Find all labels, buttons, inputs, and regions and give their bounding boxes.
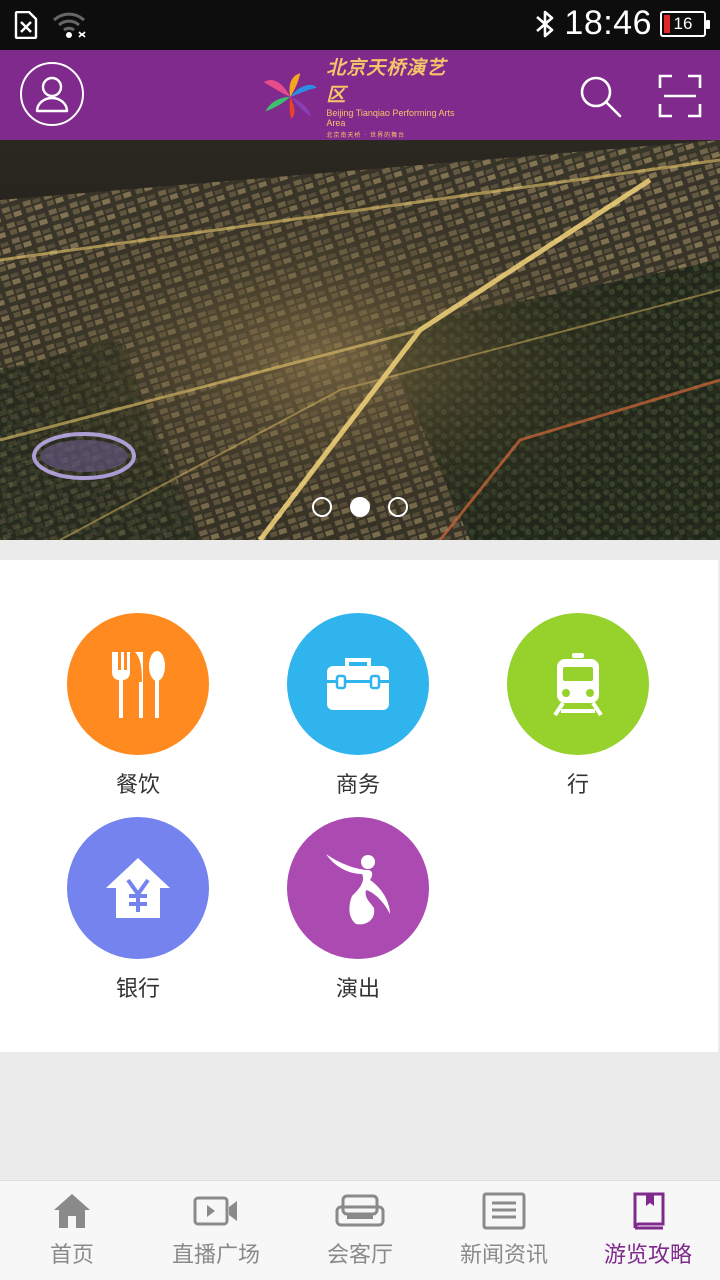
category-dining-circle: [67, 613, 209, 755]
tab-lounge[interactable]: 会客厅: [288, 1181, 432, 1280]
category-performance-circle: [287, 817, 429, 959]
carousel-dot[interactable]: [312, 497, 332, 517]
battery-icon: 16: [660, 10, 710, 37]
train-icon: [553, 653, 603, 717]
scan-icon: [658, 74, 702, 118]
profile-button[interactable]: [20, 62, 84, 126]
wifi-icon: [52, 12, 86, 38]
status-right-icons: 18:46 16: [534, 4, 710, 43]
category-transport-circle: [507, 613, 649, 755]
fork-knife-spoon-icon: [112, 651, 165, 718]
search-button[interactable]: [578, 74, 622, 118]
sim-icon: [14, 11, 38, 39]
bank-icon: [106, 858, 170, 918]
tab-live[interactable]: 直播广场: [144, 1181, 288, 1280]
app-header: 北京天桥演艺区 Beijing Tianqiao Performing Arts…: [0, 50, 720, 140]
tab-guide[interactable]: 游览攻略: [576, 1181, 720, 1280]
tab-home[interactable]: 首页: [0, 1181, 144, 1280]
banner-carousel[interactable]: [0, 140, 720, 540]
logo-text: 北京天桥演艺区 Beijing Tianqiao Performing Arts…: [326, 53, 462, 139]
category-bank-circle: [67, 817, 209, 959]
home-icon: [54, 1194, 90, 1228]
performer-icon: [326, 854, 390, 925]
category-label: 行: [566, 773, 589, 798]
status-bar: 18:46 16: [0, 0, 720, 50]
tab-label: 新闻资讯: [459, 1243, 548, 1268]
scan-button[interactable]: [658, 74, 702, 118]
carousel-dot-active[interactable]: [350, 497, 370, 517]
logo-subtitle: Beijing Tianqiao Performing Arts Area: [326, 108, 455, 128]
category-transport[interactable]: 行: [493, 613, 663, 799]
logo-title: 北京天桥演艺区: [326, 57, 447, 106]
category-business[interactable]: 商务: [273, 613, 443, 799]
tab-news[interactable]: 新闻资讯: [432, 1181, 576, 1280]
search-icon: [580, 76, 622, 118]
category-grid: 餐饮 商务 行 银行 演出: [0, 560, 718, 1052]
category-label: 商务: [335, 773, 380, 798]
category-bank[interactable]: 银行: [53, 817, 223, 1003]
app-logo: 北京天桥演艺区 Beijing Tianqiao Performing Arts…: [262, 57, 462, 139]
banner-image: [0, 140, 720, 540]
tab-label: 游览攻略: [603, 1243, 692, 1268]
category-label: 演出: [335, 977, 380, 1002]
tab-label: 首页: [49, 1243, 94, 1268]
carousel-dot[interactable]: [388, 497, 408, 517]
status-left-icons: [12, 10, 86, 40]
bottom-tab-bar: 首页 直播广场 会客厅 新闻资讯 游览攻略: [0, 1180, 720, 1280]
bluetooth-icon: [536, 10, 554, 37]
tab-label: 直播广场: [171, 1243, 260, 1268]
category-dining[interactable]: 餐饮: [53, 613, 223, 799]
guidebook-icon: [633, 1192, 665, 1230]
tab-label: 会客厅: [326, 1243, 393, 1268]
logo-tagline: 北京南天桥 · 世界的舞台: [326, 132, 406, 139]
category-label: 银行: [115, 977, 160, 1002]
user-icon: [35, 76, 69, 113]
news-icon: [482, 1192, 526, 1230]
sofa-icon: [335, 1194, 385, 1227]
carousel-indicator: [0, 497, 720, 517]
category-business-circle: [287, 613, 429, 755]
category-performance[interactable]: 演出: [273, 817, 443, 1003]
briefcase-icon: [327, 658, 389, 710]
clock: 18:46: [564, 4, 652, 42]
battery-level: 16: [673, 13, 693, 33]
butterfly-logo-icon: [263, 73, 317, 119]
video-icon: [193, 1196, 237, 1226]
category-label: 餐饮: [115, 773, 160, 798]
